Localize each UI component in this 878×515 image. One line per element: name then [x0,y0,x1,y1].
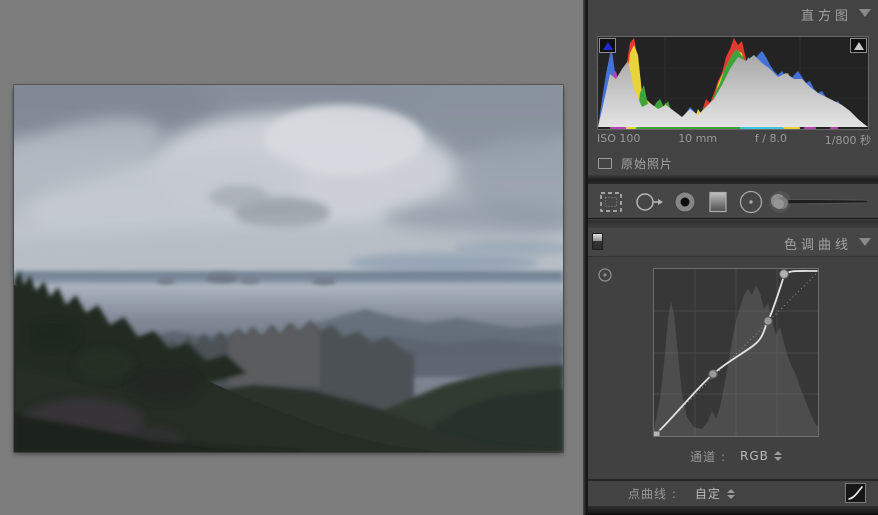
histogram-header[interactable]: 直方图 [588,0,878,27]
graduated-filter-tool-icon[interactable] [704,184,732,219]
right-panel: 直方图 [588,0,878,515]
updown-arrows-icon[interactable] [774,451,782,461]
photo-canvas[interactable] [14,85,563,452]
collapse-triangle-icon[interactable] [859,9,871,17]
curve-point-shadows [709,370,717,378]
channel-row: 通道 : RGB [653,447,819,465]
shadow-clipping-indicator[interactable] [599,38,616,53]
panel-bottom-edge [588,506,878,515]
updown-arrows-icon[interactable] [727,489,735,499]
histogram-chart [598,37,868,129]
shadow-clipping-triangle-icon [603,42,613,50]
adjustment-brush-tool-icon[interactable] [768,184,872,219]
point-curve-value[interactable]: 自定 [695,485,721,502]
highlight-clipping-indicator[interactable] [850,38,867,53]
target-adjustment-icon[interactable] [597,267,613,283]
curve-point-lights [764,317,772,325]
exif-focal-length: 10 mm [678,132,717,148]
exif-shutter: 1/800 秒 [825,132,871,148]
original-photo-label: 原始照片 [621,155,673,172]
panel-switch-toggle[interactable] [592,233,603,250]
tone-curve-graph[interactable] [653,268,819,437]
highlight-clipping-triangle-icon [854,42,864,50]
spot-removal-tool-icon[interactable] [633,184,665,219]
edit-point-curve-button[interactable] [845,483,866,503]
curve-point-highlights [780,270,789,279]
exif-info-row: ISO 100 10 mm f / 8.0 1/800 秒 [597,132,871,148]
histogram-box[interactable] [597,36,869,130]
point-curve-row: 点曲线 : 自定 [588,481,878,506]
curve-point-black [654,431,660,436]
radial-filter-tool-icon[interactable] [736,184,766,219]
channel-value[interactable]: RGB [740,449,769,463]
original-photo-checkbox[interactable] [598,158,612,169]
landscape-photo [14,85,563,452]
crop-tool-icon[interactable] [596,184,626,219]
collapse-triangle-icon[interactable] [859,238,871,246]
tone-curve-header[interactable]: 色调曲线 [588,228,878,255]
channel-label: 通道 : [690,448,726,465]
tone-curve-title: 色调曲线 [784,234,852,253]
exif-iso: ISO 100 [597,132,640,148]
original-photo-row: 原始照片 [598,153,673,173]
tool-strip [588,184,878,219]
channel-select[interactable]: RGB [740,449,782,463]
exif-aperture: f / 8.0 [755,132,787,148]
section-separator [588,175,878,184]
section-separator [588,220,878,228]
histogram-title: 直方图 [801,5,852,24]
point-curve-label: 点曲线 : [628,485,677,502]
lightroom-develop-window: 直方图 [0,0,878,515]
red-eye-tool-icon[interactable] [671,184,699,219]
tone-curve-body: 通道 : RGB [588,256,878,479]
